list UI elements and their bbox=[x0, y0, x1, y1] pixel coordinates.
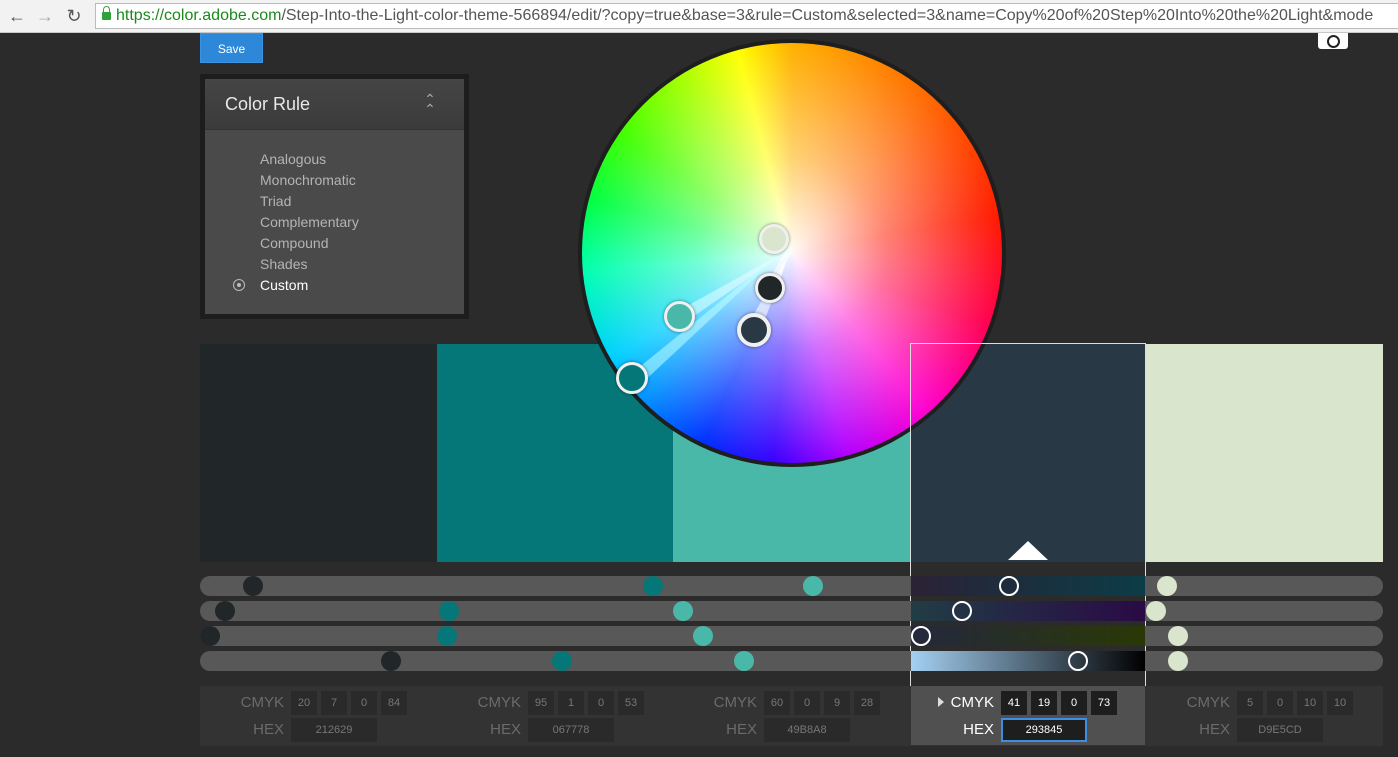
cmyk-label-4: CMYK bbox=[950, 694, 994, 711]
cmyk-m-2[interactable]: 1 bbox=[558, 691, 584, 715]
color-rule-header[interactable]: Color Rule ⌃ ⌃ bbox=[205, 79, 464, 130]
hex-field-1[interactable]: 212629 bbox=[291, 718, 377, 742]
black-gradient-track[interactable] bbox=[911, 651, 1145, 671]
hex-field-4[interactable]: 293845 bbox=[1001, 718, 1087, 742]
wheel-handle-1[interactable] bbox=[755, 273, 785, 303]
slider-knob-c-5[interactable] bbox=[1157, 576, 1177, 596]
swatch-5[interactable] bbox=[1146, 344, 1383, 562]
hex-label-4: HEX bbox=[963, 721, 994, 738]
lock-icon bbox=[102, 6, 111, 20]
slider-knob-y-3[interactable] bbox=[693, 626, 713, 646]
slider-track-1[interactable] bbox=[200, 576, 1383, 596]
color-rule-title: Color Rule bbox=[225, 94, 311, 114]
slider-knob-y-2[interactable] bbox=[437, 626, 457, 646]
cmyk-m-1[interactable]: 7 bbox=[321, 691, 347, 715]
reload-icon[interactable]: ↻ bbox=[63, 5, 85, 27]
url-path: /Step-Into-the-Light-color-theme-566894/… bbox=[281, 7, 1374, 24]
cyan-gradient-track[interactable] bbox=[911, 576, 1145, 596]
rule-option-custom[interactable]: Custom bbox=[260, 277, 308, 293]
cmyk-c-4[interactable]: 41 bbox=[1001, 691, 1027, 715]
active-pointer-icon bbox=[1008, 541, 1048, 560]
hex-label-1: HEX bbox=[253, 721, 284, 738]
cmyk-y-5[interactable]: 10 bbox=[1297, 691, 1323, 715]
rule-option-shades[interactable]: Shades bbox=[260, 256, 307, 272]
cmyk-k-3[interactable]: 28 bbox=[854, 691, 880, 715]
cmyk-m-4[interactable]: 19 bbox=[1031, 691, 1057, 715]
browser-toolbar: ← → ↻ https://color.adobe.com/Step-Into-… bbox=[0, 0, 1398, 33]
cmyk-label-3: CMYK bbox=[713, 694, 757, 711]
rule-option-monochromatic[interactable]: Monochromatic bbox=[260, 172, 356, 188]
slider-knob-k-3[interactable] bbox=[734, 651, 754, 671]
url-host: https://color.adobe.com bbox=[116, 7, 282, 24]
cmyk-y-3[interactable]: 9 bbox=[824, 691, 850, 715]
cmyk-c-1[interactable]: 20 bbox=[291, 691, 317, 715]
hex-label-5: HEX bbox=[1199, 721, 1230, 738]
magenta-gradient-track[interactable] bbox=[911, 601, 1145, 621]
cmyk-label-1: CMYK bbox=[240, 694, 284, 711]
yellow-gradient-track[interactable] bbox=[911, 626, 1145, 646]
slider-knob-y-1[interactable] bbox=[200, 626, 220, 646]
slider-knob-m-2[interactable] bbox=[439, 601, 459, 621]
slider-knob-c-2[interactable] bbox=[643, 576, 663, 596]
slider-knob-y-4[interactable] bbox=[911, 626, 931, 646]
cmyk-k-5[interactable]: 10 bbox=[1327, 691, 1353, 715]
back-arrow-icon[interactable]: ← bbox=[6, 5, 28, 27]
rule-option-compound[interactable]: Compound bbox=[260, 235, 329, 251]
slider-knob-c-4[interactable] bbox=[999, 576, 1019, 596]
slider-knob-m-1[interactable] bbox=[215, 601, 235, 621]
hex-label-2: HEX bbox=[490, 721, 521, 738]
slider-knob-k-5[interactable] bbox=[1168, 651, 1188, 671]
hex-label-3: HEX bbox=[726, 721, 757, 738]
cmyk-m-5[interactable]: 0 bbox=[1267, 691, 1293, 715]
slider-knob-c-1[interactable] bbox=[243, 576, 263, 596]
slider-knob-m-5[interactable] bbox=[1146, 601, 1166, 621]
cmyk-k-2[interactable]: 53 bbox=[618, 691, 644, 715]
rule-option-triad[interactable]: Triad bbox=[260, 193, 291, 209]
hex-field-5[interactable]: D9E5CD bbox=[1237, 718, 1323, 742]
cmyk-label-5: CMYK bbox=[1186, 694, 1230, 711]
cmyk-m-3[interactable]: 0 bbox=[794, 691, 820, 715]
hex-field-2[interactable]: 067778 bbox=[528, 718, 614, 742]
cmyk-k-4[interactable]: 73 bbox=[1091, 691, 1117, 715]
cmyk-c-2[interactable]: 95 bbox=[528, 691, 554, 715]
wheel-handle-4-base[interactable] bbox=[737, 313, 771, 347]
cmyk-label-2: CMYK bbox=[477, 694, 521, 711]
forward-arrow-icon[interactable]: → bbox=[34, 5, 56, 27]
address-bar[interactable]: https://color.adobe.com/Step-Into-the-Li… bbox=[95, 3, 1398, 29]
rule-option-analogous[interactable]: Analogous bbox=[260, 151, 326, 167]
slider-track-4[interactable] bbox=[200, 651, 1383, 671]
slider-knob-k-1[interactable] bbox=[381, 651, 401, 671]
cmyk-c-5[interactable]: 5 bbox=[1237, 691, 1263, 715]
slider-knob-c-3[interactable] bbox=[803, 576, 823, 596]
radio-selected-icon bbox=[233, 279, 245, 291]
wheel-handle-2[interactable] bbox=[616, 362, 648, 394]
wheel-handle-3[interactable] bbox=[664, 301, 695, 332]
slider-knob-m-4[interactable] bbox=[952, 601, 972, 621]
swatch-1[interactable] bbox=[200, 344, 437, 562]
slider-track-2[interactable] bbox=[200, 601, 1383, 621]
slider-knob-k-4[interactable] bbox=[1068, 651, 1088, 671]
double-chevron-up-icon[interactable]: ⌃ ⌃ bbox=[421, 92, 439, 116]
wheel-handle-5[interactable] bbox=[759, 224, 789, 254]
cmyk-c-3[interactable]: 60 bbox=[764, 691, 790, 715]
cmyk-y-2[interactable]: 0 bbox=[588, 691, 614, 715]
save-button[interactable]: Save bbox=[200, 33, 263, 63]
slider-knob-m-3[interactable] bbox=[673, 601, 693, 621]
hex-field-3[interactable]: 49B8A8 bbox=[764, 718, 850, 742]
cmyk-y-4[interactable]: 0 bbox=[1061, 691, 1087, 715]
slider-track-3[interactable] bbox=[200, 626, 1383, 646]
slider-knob-k-2[interactable] bbox=[552, 651, 572, 671]
cmyk-y-1[interactable]: 0 bbox=[351, 691, 377, 715]
cmyk-k-1[interactable]: 84 bbox=[381, 691, 407, 715]
slider-knob-y-5[interactable] bbox=[1168, 626, 1188, 646]
rule-option-complementary[interactable]: Complementary bbox=[260, 214, 359, 230]
camera-icon[interactable] bbox=[1318, 33, 1348, 49]
